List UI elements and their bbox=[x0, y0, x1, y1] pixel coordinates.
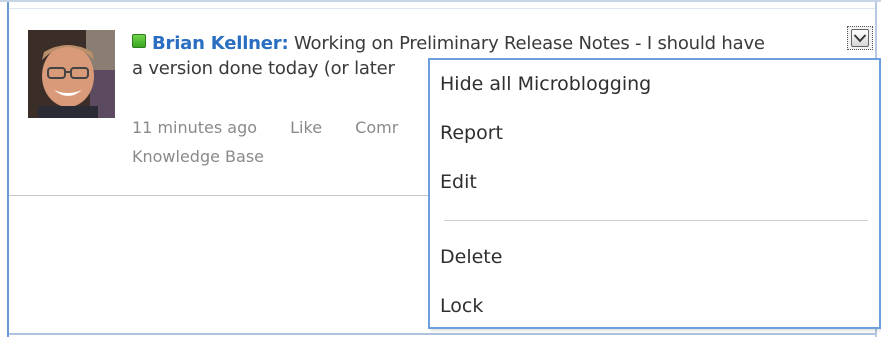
user-avatar-image bbox=[28, 30, 115, 118]
post-divider bbox=[9, 195, 429, 196]
post-options-button[interactable] bbox=[847, 26, 873, 50]
post-line-1: Brian Kellner: Working on Preliminary Re… bbox=[132, 31, 842, 56]
menu-item-lock[interactable]: Lock bbox=[440, 293, 483, 319]
menu-separator bbox=[444, 220, 868, 221]
post-options-menu: Hide all Microblogging Report Edit Delet… bbox=[428, 58, 881, 329]
feed-top-divider bbox=[9, 8, 875, 9]
feed-left-border bbox=[7, 2, 9, 337]
menu-item-hide-all-microblogging[interactable]: Hide all Microblogging bbox=[440, 71, 651, 97]
like-link[interactable]: Like bbox=[290, 118, 322, 137]
menu-item-report[interactable]: Report bbox=[440, 120, 503, 146]
post-timestamp: 11 minutes ago bbox=[132, 118, 258, 137]
menu-item-delete[interactable]: Delete bbox=[440, 244, 502, 270]
post-text-line-1: Working on Preliminary Release Notes - I… bbox=[288, 33, 765, 54]
menu-item-edit[interactable]: Edit bbox=[440, 169, 477, 195]
avatar[interactable] bbox=[28, 30, 115, 118]
comment-link[interactable]: Comr bbox=[355, 118, 398, 137]
category-link[interactable]: Knowledge Base bbox=[132, 146, 264, 168]
feed-bottom-border bbox=[9, 333, 875, 335]
post-meta: 11 minutes ago Like Comr bbox=[132, 117, 426, 139]
chevron-down-icon bbox=[851, 29, 869, 47]
author-link[interactable]: Brian Kellner bbox=[152, 33, 282, 54]
